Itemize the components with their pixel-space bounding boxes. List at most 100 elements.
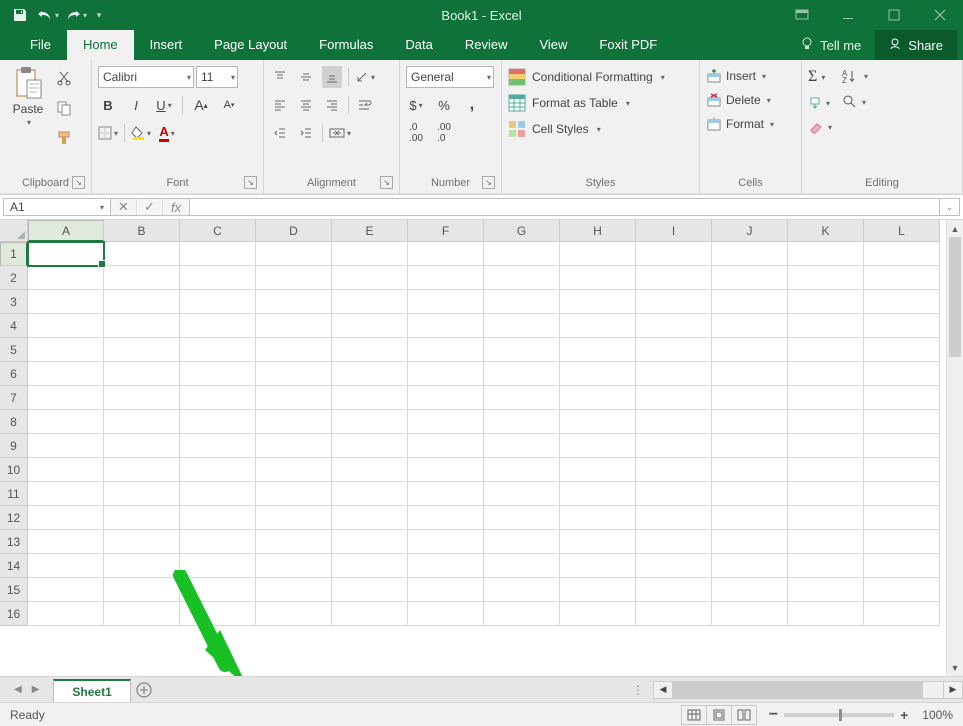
cell[interactable]	[28, 530, 104, 554]
cell[interactable]	[180, 242, 256, 266]
cell[interactable]	[408, 290, 484, 314]
minimize-icon[interactable]	[825, 0, 871, 30]
cell[interactable]	[484, 482, 560, 506]
font-dialog-icon[interactable]: ↘	[244, 176, 257, 189]
redo-icon[interactable]: ▾	[64, 3, 88, 27]
cell[interactable]	[788, 362, 864, 386]
cell[interactable]	[484, 530, 560, 554]
autosum-button[interactable]: Σ▾	[808, 68, 825, 86]
cell[interactable]	[180, 602, 256, 626]
cell[interactable]	[712, 458, 788, 482]
cell[interactable]	[408, 458, 484, 482]
cell[interactable]	[712, 530, 788, 554]
cell[interactable]	[104, 290, 180, 314]
cell[interactable]	[256, 410, 332, 434]
share-button[interactable]: Share	[875, 30, 957, 60]
cell[interactable]	[28, 602, 104, 626]
cell[interactable]	[560, 314, 636, 338]
vertical-scrollbar[interactable]: ▲ ▼	[946, 220, 963, 676]
cell[interactable]	[256, 506, 332, 530]
zoom-in-button[interactable]: +	[900, 707, 908, 723]
cell[interactable]	[864, 530, 940, 554]
row-header[interactable]: 14	[0, 554, 28, 578]
save-icon[interactable]	[8, 3, 32, 27]
cell[interactable]	[256, 362, 332, 386]
cell[interactable]	[560, 266, 636, 290]
fill-color-icon[interactable]: ▾	[131, 122, 151, 144]
cell[interactable]	[560, 530, 636, 554]
cell[interactable]	[484, 290, 560, 314]
cell[interactable]	[560, 578, 636, 602]
column-header[interactable]: B	[104, 220, 180, 242]
cell[interactable]	[408, 554, 484, 578]
sheet-nav-next-icon[interactable]: ▶	[32, 684, 40, 695]
row-header[interactable]: 8	[0, 410, 28, 434]
cell[interactable]	[788, 578, 864, 602]
row-header[interactable]: 1	[0, 242, 28, 266]
percent-format-icon[interactable]: %	[434, 94, 454, 116]
cell[interactable]	[712, 290, 788, 314]
cell[interactable]	[788, 290, 864, 314]
font-name-select[interactable]: Calibri▾	[98, 66, 194, 88]
number-dialog-icon[interactable]: ↘	[482, 176, 495, 189]
cell[interactable]	[636, 578, 712, 602]
cell[interactable]	[180, 362, 256, 386]
align-center-icon[interactable]	[296, 94, 316, 116]
accounting-format-icon[interactable]: $▾	[406, 94, 426, 116]
cell[interactable]	[712, 362, 788, 386]
align-left-icon[interactable]	[270, 94, 290, 116]
row-header[interactable]: 13	[0, 530, 28, 554]
cell[interactable]	[788, 530, 864, 554]
row-header[interactable]: 12	[0, 506, 28, 530]
cell[interactable]	[712, 506, 788, 530]
zoom-level[interactable]: 100%	[922, 708, 953, 722]
column-header[interactable]: C	[180, 220, 256, 242]
cell[interactable]	[788, 266, 864, 290]
cell[interactable]	[256, 290, 332, 314]
cell[interactable]	[484, 266, 560, 290]
cell[interactable]	[180, 578, 256, 602]
cell[interactable]	[788, 554, 864, 578]
cell[interactable]	[332, 386, 408, 410]
cell[interactable]	[256, 578, 332, 602]
normal-view-icon[interactable]	[681, 705, 707, 725]
cell[interactable]	[104, 242, 180, 266]
tab-insert[interactable]: Insert	[134, 30, 199, 60]
align-top-icon[interactable]	[270, 66, 290, 88]
cell[interactable]	[484, 458, 560, 482]
cell[interactable]	[864, 338, 940, 362]
close-icon[interactable]	[917, 0, 963, 30]
cell[interactable]	[560, 602, 636, 626]
italic-button[interactable]: I	[126, 94, 146, 116]
cell[interactable]	[864, 482, 940, 506]
paste-button[interactable]: Paste ▾	[6, 64, 50, 127]
ribbon-display-icon[interactable]	[779, 0, 825, 30]
cell[interactable]	[484, 578, 560, 602]
cell[interactable]	[864, 506, 940, 530]
align-bottom-icon[interactable]	[322, 66, 342, 88]
fill-button[interactable]: ▾	[808, 96, 830, 110]
cell[interactable]	[104, 410, 180, 434]
cell[interactable]	[788, 434, 864, 458]
cell[interactable]	[332, 578, 408, 602]
cell[interactable]	[104, 602, 180, 626]
cell[interactable]	[28, 362, 104, 386]
sheet-nav-prev-icon[interactable]: ◀	[14, 684, 22, 695]
orientation-icon[interactable]: ▾	[355, 66, 375, 88]
row-header[interactable]: 6	[0, 362, 28, 386]
insert-cells-button[interactable]: Insert▾	[706, 68, 766, 84]
cell[interactable]	[636, 338, 712, 362]
wrap-text-icon[interactable]	[355, 94, 375, 116]
expand-formula-bar-icon[interactable]: ⌄	[940, 198, 960, 216]
clear-button[interactable]: ▾	[808, 120, 832, 134]
cell[interactable]	[332, 434, 408, 458]
cell[interactable]	[560, 362, 636, 386]
cell-styles-button[interactable]: Cell Styles▾	[508, 120, 601, 138]
column-header[interactable]: A	[28, 220, 104, 242]
cell[interactable]	[560, 290, 636, 314]
cell[interactable]	[104, 434, 180, 458]
cell[interactable]	[28, 506, 104, 530]
tab-data[interactable]: Data	[389, 30, 448, 60]
column-header[interactable]: D	[256, 220, 332, 242]
cell[interactable]	[256, 314, 332, 338]
